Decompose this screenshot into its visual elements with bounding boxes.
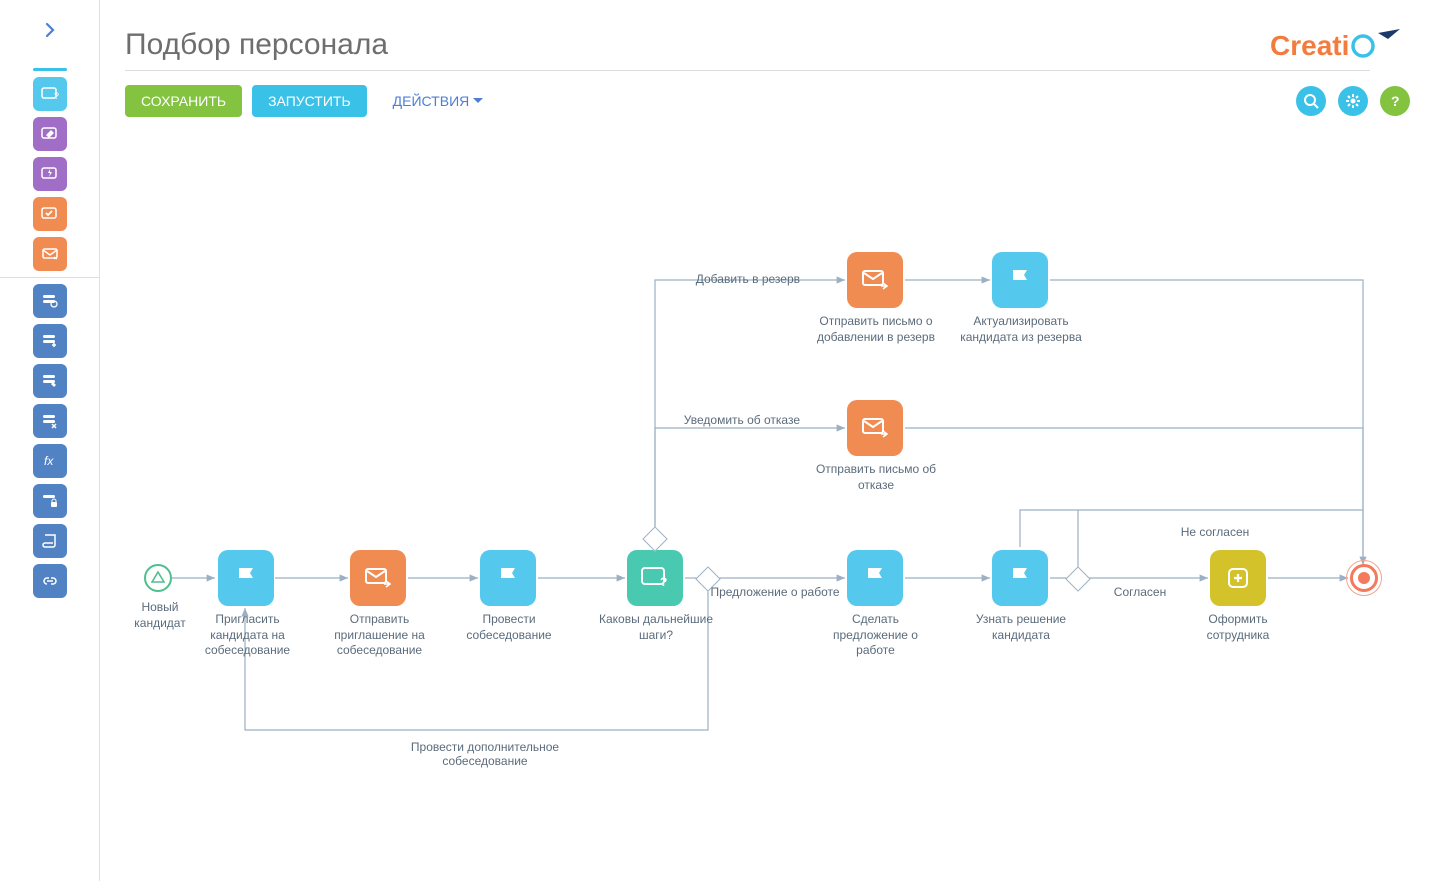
db-edit-icon (41, 372, 59, 390)
start-event[interactable] (144, 564, 172, 592)
node-hire[interactable] (1210, 550, 1266, 606)
actions-label: ДЕЙСТВИЯ (393, 93, 470, 109)
db-delete-icon (41, 412, 59, 430)
node-invite[interactable] (218, 550, 274, 606)
svg-text:Creati: Creati (1270, 30, 1349, 61)
save-button[interactable]: СОХРАНИТЬ (125, 85, 242, 117)
email-send-icon (861, 269, 889, 291)
search-button[interactable] (1296, 86, 1326, 116)
email-send-icon (364, 567, 392, 589)
flag-icon (862, 565, 888, 591)
sidebar-accent (33, 68, 67, 71)
end-event[interactable] (1350, 564, 1378, 592)
gateway-decision[interactable] (1065, 566, 1090, 591)
edge-reserve-label: Добавить в резерв (660, 272, 800, 286)
flag-icon (1007, 565, 1033, 591)
node-interview[interactable] (480, 550, 536, 606)
lock-db-icon (41, 492, 59, 510)
sidebar: ? fx (0, 0, 100, 881)
sidebar-send-email[interactable] (33, 237, 67, 271)
edit-page-icon (40, 124, 60, 144)
dialog-icon: ? (40, 84, 60, 104)
script-icon (41, 532, 59, 550)
actions-dropdown[interactable]: ДЕЙСТВИЯ (377, 85, 500, 117)
flag-icon (1007, 267, 1033, 293)
svg-text:?: ? (54, 91, 59, 101)
node-make-offer-label: Сделать предложение о работе (818, 612, 933, 659)
svg-text:?: ? (1391, 93, 1400, 109)
sidebar-formula[interactable]: fx (33, 444, 67, 478)
node-make-offer[interactable] (847, 550, 903, 606)
sidebar-delete-data[interactable] (33, 404, 67, 438)
sidebar-edit-task[interactable] (33, 117, 67, 151)
help-button[interactable]: ? (1380, 86, 1410, 116)
dialog-question-icon: ? (640, 566, 670, 590)
sidebar-modify-data[interactable] (33, 364, 67, 398)
logo: Creati (1270, 25, 1410, 65)
formula-icon: fx (41, 452, 59, 470)
svg-text:?: ? (660, 575, 667, 589)
node-reject-mail-label: Отправить письмо об отказе (813, 462, 939, 493)
db-add-icon (41, 332, 59, 350)
node-next-steps[interactable]: ? (627, 550, 683, 606)
node-actualize[interactable] (992, 252, 1048, 308)
edge-offer-label: Предложение о работе (710, 585, 840, 599)
node-send-invite-label: Отправить приглашение на собеседование (322, 612, 437, 659)
creatio-logo-icon: Creati (1270, 25, 1410, 65)
header-divider (125, 70, 1370, 71)
node-send-invite[interactable] (350, 550, 406, 606)
send-email-icon (40, 244, 60, 264)
sidebar-preconfigured-page[interactable] (33, 157, 67, 191)
node-hire-label: Оформить сотрудника (1188, 612, 1288, 643)
help-icon: ? (1387, 93, 1403, 109)
gateway-branch[interactable] (642, 526, 667, 551)
node-reserve-mail[interactable] (847, 252, 903, 308)
connectors (100, 130, 1430, 881)
svg-text:fx: fx (44, 454, 54, 468)
process-canvas[interactable]: Новый кандидат Пригласить кандидата на с… (100, 130, 1430, 881)
node-invite-label: Пригласить кандидата на собеседование (195, 612, 300, 659)
node-next-steps-label: Каковы дальнейшие шаги? (590, 612, 722, 643)
run-button[interactable]: ЗАПУСТИТЬ (252, 85, 367, 117)
edge-disagreed-label: Не согласен (1160, 525, 1270, 539)
add-record-icon (1225, 565, 1251, 591)
settings-button[interactable] (1338, 86, 1368, 116)
check-page-icon (40, 204, 60, 224)
start-label: Новый кандидат (115, 600, 205, 631)
sidebar-add-data[interactable] (33, 324, 67, 358)
gear-icon (1345, 93, 1361, 109)
toolbar: СОХРАНИТЬ ЗАПУСТИТЬ ДЕЙСТВИЯ ? (125, 85, 1410, 117)
node-reserve-mail-label: Отправить письмо о добавлении в резерв (810, 314, 942, 345)
edge-agreed-label: Согласен (1100, 585, 1180, 599)
email-send-icon (861, 417, 889, 439)
caret-down-icon (473, 98, 483, 104)
sidebar-script-task[interactable] (33, 524, 67, 558)
bolt-page-icon (40, 164, 60, 184)
sidebar-expand-button[interactable] (0, 0, 100, 60)
edge-extra-label: Провести дополнительное собеседование (410, 740, 560, 768)
sidebar-approval-task[interactable] (33, 197, 67, 231)
db-search-icon (41, 292, 59, 310)
flag-icon (495, 565, 521, 591)
node-decision-label: Узнать решение кандидата (962, 612, 1080, 643)
node-decision[interactable] (992, 550, 1048, 606)
flag-icon (233, 565, 259, 591)
sidebar-dialog-task[interactable]: ? (33, 77, 67, 111)
sidebar-link-task[interactable] (33, 564, 67, 598)
chevron-right-icon (42, 22, 58, 38)
edge-reject-label: Уведомить об отказе (670, 413, 800, 427)
sidebar-read-data[interactable] (33, 284, 67, 318)
node-reject-mail[interactable] (847, 400, 903, 456)
triangle-icon (151, 571, 165, 585)
search-icon (1303, 93, 1319, 109)
link-icon (41, 572, 59, 590)
node-interview-label: Провести собеседование (453, 612, 565, 643)
header: Подбор персонала Creati (125, 20, 1410, 70)
node-actualize-label: Актуализировать кандидата из резерва (958, 314, 1084, 345)
page-title: Подбор персонала (125, 28, 388, 62)
sidebar-change-rights[interactable] (33, 484, 67, 518)
